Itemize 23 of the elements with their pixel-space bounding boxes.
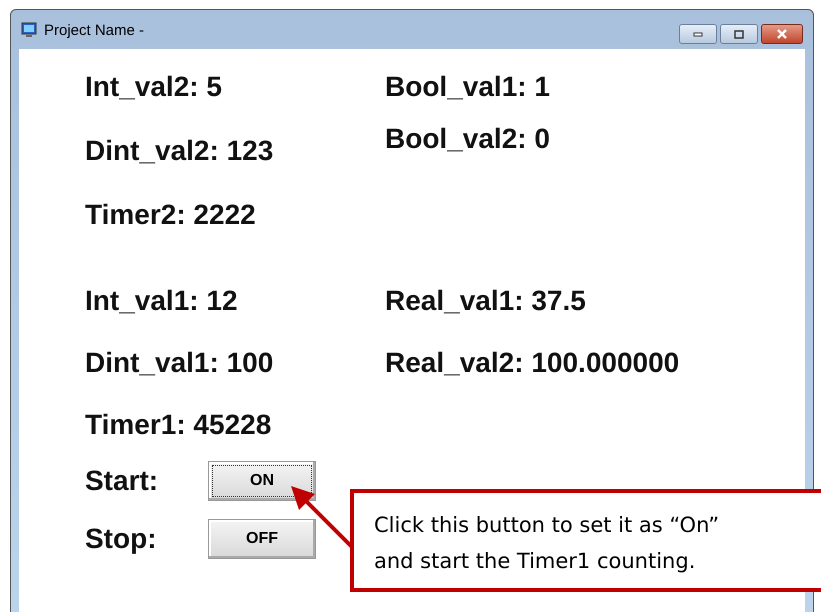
value-label: Int_val2: 5 (85, 71, 223, 103)
value-label: Dint_val2: 123 (85, 135, 274, 167)
control-label: Start: (85, 465, 160, 497)
maximize-icon (734, 30, 744, 38)
minimize-button[interactable] (679, 24, 717, 44)
value-label: Dint_val1: 100 (85, 347, 274, 379)
toggle-button[interactable]: ON (208, 461, 316, 501)
window-title: Project Name - (44, 22, 144, 38)
value-label: Timer1: 45228 (85, 409, 272, 441)
toggle-button[interactable]: OFF (208, 519, 316, 559)
value-label: Bool_val2: 0 (385, 123, 550, 155)
value-label: Real_val2: 100.000000 (385, 347, 680, 379)
value-label: Bool_val1: 1 (385, 71, 550, 103)
monitor-icon (21, 22, 37, 38)
value-label: Real_val1: 37.5 (385, 285, 587, 317)
close-icon (776, 29, 788, 39)
control-label: Stop: (85, 523, 158, 555)
maximize-button[interactable] (720, 24, 758, 44)
minimize-icon (693, 31, 703, 37)
close-button[interactable] (761, 24, 803, 44)
value-label: Int_val1: 12 (85, 285, 239, 317)
value-label: Timer2: 2222 (85, 199, 257, 231)
callout-text: Click this button to set it as “On” and start the Timer1 counting. (350, 489, 821, 592)
